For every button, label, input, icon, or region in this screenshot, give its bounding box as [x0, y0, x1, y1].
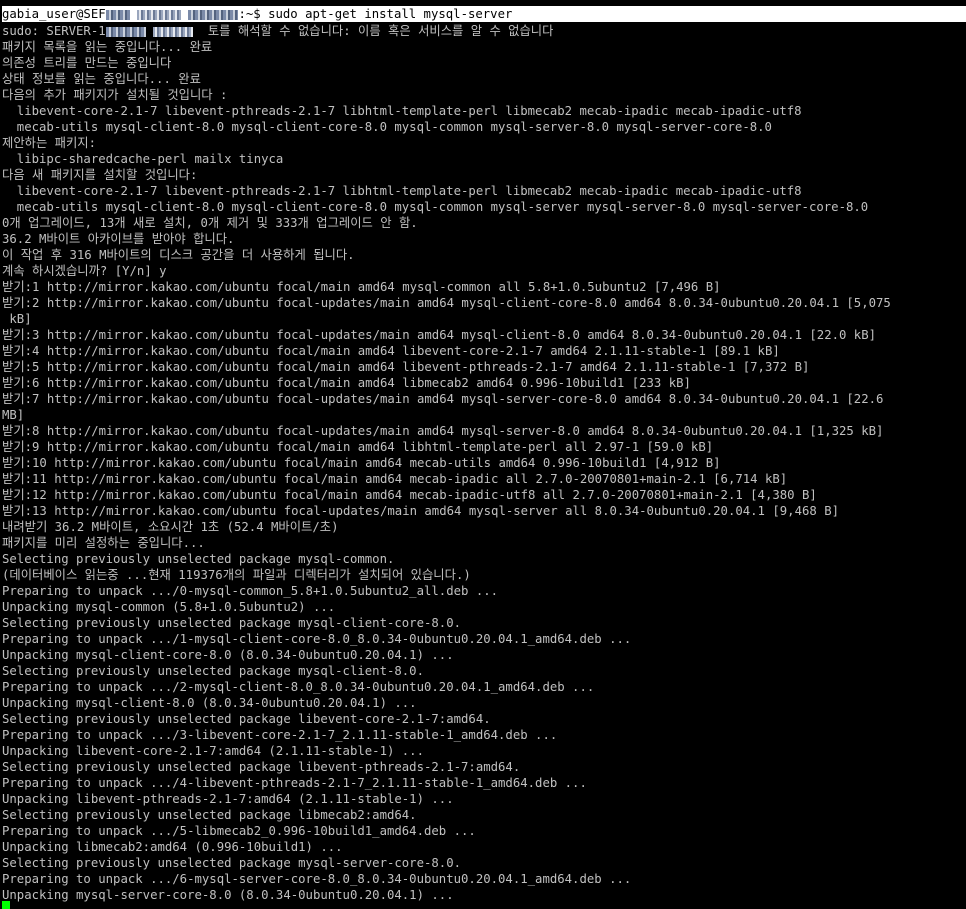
terminal-output-line: 받기:2 http://mirror.kakao.com/ubuntu foca… [2, 296, 891, 310]
terminal-output-line: Selecting previously unselected package … [2, 664, 424, 678]
terminal-output-line: 받기:9 http://mirror.kakao.com/ubuntu foca… [2, 440, 714, 454]
terminal-output-line: Selecting previously unselected package … [2, 616, 462, 630]
redacted-hostname [105, 9, 130, 20]
terminal-output-line: 다음의 추가 패키지가 설치될 것입니다 : [2, 88, 228, 102]
redacted-hostname [188, 9, 239, 20]
terminal-output-line: Selecting previously unselected package … [2, 712, 491, 726]
terminal-output-line: 받기:11 http://mirror.kakao.com/ubuntu foc… [2, 472, 788, 486]
terminal-output-line: 내려받기 36.2 M바이트, 소요시간 1초 (52.4 M바이트/초) [2, 520, 339, 534]
terminal-output-line: Preparing to unpack .../5-libmecab2_0.99… [2, 824, 476, 838]
terminal-output-line: 패키지 목록을 읽는 중입니다... 완료 [2, 40, 213, 54]
terminal-output-line: Unpacking libevent-pthreads-2.1-7:amd64 … [2, 792, 454, 806]
terminal-output-line: Unpacking mysql-server-core-8.0 (8.0.34-… [2, 888, 454, 902]
terminal-output-line: Selecting previously unselected package … [2, 856, 462, 870]
terminal-output-line: kB] [2, 312, 32, 326]
terminal-output-line: Unpacking libevent-core-2.1-7:amd64 (2.1… [2, 744, 424, 758]
terminal-output-line: 받기:5 http://mirror.kakao.com/ubuntu foca… [2, 360, 810, 374]
terminal-output-line: libevent-core-2.1-7 libevent-pthreads-2.… [2, 104, 802, 118]
terminal-output-line: 제안하는 패키지: [2, 136, 96, 150]
command-prompt-line: gabia_user@SEF :~$ sudo apt-get install … [2, 6, 966, 22]
terminal-output-line: mecab-utils mysql-client-8.0 mysql-clien… [2, 200, 869, 214]
redacted-hostname [137, 9, 182, 20]
terminal-cursor [2, 901, 10, 909]
terminal-window[interactable]: gabia_user@SEF :~$ sudo apt-get install … [0, 0, 966, 909]
terminal-output-line: 의존성 트리를 만드는 중입니다 [2, 56, 172, 70]
terminal-output-line: 받기:7 http://mirror.kakao.com/ubuntu foca… [2, 392, 884, 406]
terminal-output-line: 0개 업그레이드, 13개 새로 설치, 0개 제거 및 333개 업그레이드 … [2, 216, 418, 230]
terminal-output-line: mecab-utils mysql-client-8.0 mysql-clien… [2, 120, 772, 134]
prompt-user-host: gabia_user@SEF [2, 7, 106, 21]
terminal-output-line: MB] [2, 408, 25, 422]
terminal-output-line: 받기:12 http://mirror.kakao.com/ubuntu foc… [2, 488, 817, 502]
sudo-prefix: sudo: SERVER-1 [2, 24, 106, 38]
terminal-output-line: 받기:8 http://mirror.kakao.com/ubuntu foca… [2, 424, 884, 438]
terminal-output-line: Preparing to unpack .../2-mysql-client-8… [2, 680, 595, 694]
terminal-output-line: 36.2 M바이트 아카이브를 받아야 합니다. [2, 232, 235, 246]
terminal-output-line: 받기:13 http://mirror.kakao.com/ubuntu foc… [2, 504, 839, 518]
terminal-output-line: Unpacking mysql-client-core-8.0 (8.0.34-… [2, 648, 454, 662]
terminal-output-line: 패키지를 미리 설정하는 중입니다... [2, 536, 205, 550]
terminal-output-line: Preparing to unpack .../6-mysql-server-c… [2, 872, 632, 886]
terminal-output-line: Unpacking libmecab2:amd64 (0.996-10build… [2, 840, 343, 854]
terminal-output-line: 계속 하시겠습니까? [Y/n] y [2, 264, 167, 278]
terminal-output-line: Selecting previously unselected package … [2, 808, 417, 822]
terminal-output-line: Preparing to unpack .../4-libevent-pthre… [2, 776, 587, 790]
terminal-output-line: Preparing to unpack .../0-mysql-common_5… [2, 584, 499, 598]
redacted-hostname [105, 26, 146, 37]
terminal-output-line: Selecting previously unselected package … [2, 760, 521, 774]
terminal-output-line: 다음 새 패키지를 설치할 것입니다: [2, 168, 198, 182]
terminal-output-line: 이 작업 후 316 M바이트의 디스크 공간을 더 사용하게 됩니다. [2, 248, 355, 262]
terminal-output-line: 받기:3 http://mirror.kakao.com/ubuntu foca… [2, 328, 877, 342]
terminal-output-line: 받기:1 http://mirror.kakao.com/ubuntu foca… [2, 280, 721, 294]
prompt-command: :~$ sudo apt-get install mysql-server [238, 7, 513, 21]
terminal-output-line: 상태 정보를 읽는 중입니다... 완료 [2, 72, 201, 86]
terminal-output-line: Preparing to unpack .../3-libevent-core-… [2, 728, 558, 742]
terminal-output-line: 받기:6 http://mirror.kakao.com/ubuntu foca… [2, 376, 691, 390]
redacted-hostname [153, 26, 194, 37]
sudo-warning-line: sudo: SERVER-1 토를 해석할 수 없습니다: 이름 혹은 서비스를… [2, 23, 553, 39]
terminal-output-line: libipc-sharedcache-perl mailx tinyca [2, 152, 284, 166]
terminal-output-line: (데이터베이스 읽는중 ...현재 119376개의 파일과 디렉터리가 설치되… [2, 568, 471, 582]
terminal-output-line: Preparing to unpack .../1-mysql-client-c… [2, 632, 632, 646]
terminal-output-line: Unpacking mysql-common (5.8+1.0.5ubuntu2… [2, 600, 336, 614]
terminal-output-line: Unpacking mysql-client-8.0 (8.0.34-0ubun… [2, 696, 417, 710]
terminal-output-line: 받기:4 http://mirror.kakao.com/ubuntu foca… [2, 344, 780, 358]
terminal-output-line: libevent-core-2.1-7 libevent-pthreads-2.… [2, 184, 802, 198]
terminal-output-line: Selecting previously unselected package … [2, 552, 395, 566]
terminal-output-line: 받기:10 http://mirror.kakao.com/ubuntu foc… [2, 456, 721, 470]
sudo-suffix: 토를 해석할 수 없습니다: 이름 혹은 서비스를 알 수 없습니다 [193, 24, 554, 38]
